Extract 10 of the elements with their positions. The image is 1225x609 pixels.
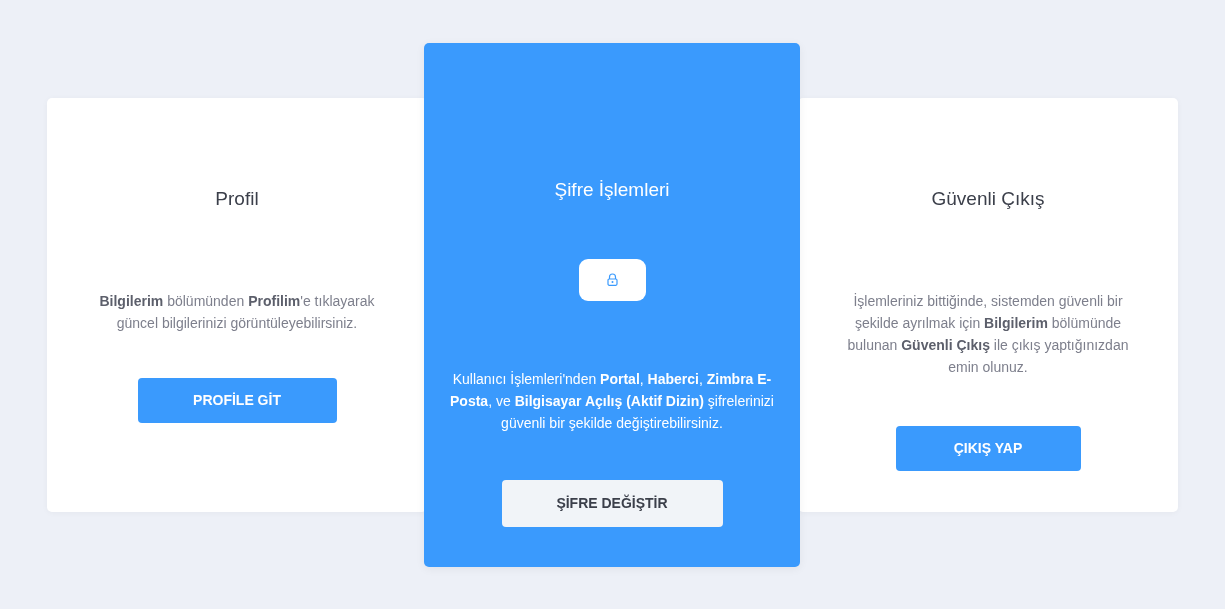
card-description: İşlemleriniz bittiğinde, sistemden güvenli bir şekilde ayrılmak için Bilgilerim bölümünde bulunan Güvenli Çıkış ile çıkış yaptığınızdan emin olunuz. bbox=[846, 291, 1130, 377]
card-title: Profil bbox=[215, 187, 259, 210]
card-description: Kullanıcı İşlemleri'nden Portal, Haberci, Zimbra E-Posta, ve Bilgisayar Açılış (Aktif Dizin) şifrelerinizi güvenli bir şekilde değiştirebilirsiniz. bbox=[449, 369, 775, 433]
card-button[interactable]: ÇIKIŞ YAP bbox=[895, 425, 1081, 471]
card-description: Bilgilerim bölümünden Profilim'e tıklayarak güncel bilgilerinizi görüntüleyebilirsiniz. bbox=[98, 291, 376, 333]
lock-icon bbox=[606, 273, 618, 286]
card-title: Şifre İşlemleri bbox=[554, 178, 670, 201]
change-password-button[interactable]: ŞİFRE DEĞİŞTİR bbox=[501, 479, 723, 527]
card-title: Güvenli Çıkış bbox=[931, 187, 1045, 210]
card-button[interactable]: PROFİLE GİT bbox=[137, 377, 337, 423]
